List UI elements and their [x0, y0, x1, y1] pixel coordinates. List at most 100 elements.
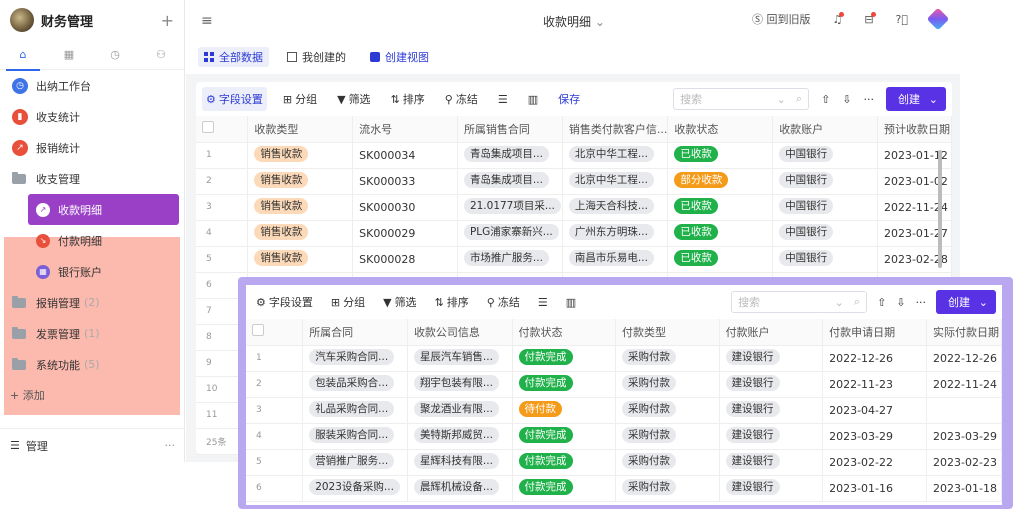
- table-cell[interactable]: 市场推广服务...: [457, 246, 563, 273]
- table-cell[interactable]: PLG浦家寨新兴...: [457, 220, 563, 247]
- table-cell[interactable]: 翔宇包装有限...: [407, 371, 513, 398]
- table-cell[interactable]: 青岛集成项目...: [457, 142, 563, 169]
- column-header[interactable]: 付款类型: [615, 319, 720, 346]
- table-cell[interactable]: 建设银行: [719, 397, 824, 424]
- save-button[interactable]: 保存: [554, 87, 584, 111]
- column-header[interactable]: 付款申请日期: [822, 319, 928, 346]
- table-cell[interactable]: 2023-03-29: [822, 423, 928, 450]
- plus-icon[interactable]: +: [161, 11, 174, 30]
- table-cell[interactable]: 2023-02-23: [926, 449, 1002, 476]
- add-button[interactable]: + 添加: [0, 380, 184, 410]
- table-cell[interactable]: 已收款: [667, 194, 774, 221]
- table-row[interactable]: 5 销售收款 SK000028 市场推广服务... 南昌市乐易电... 已收款 中国银行 20…: [196, 246, 953, 273]
- table-cell[interactable]: 2022-12-26: [822, 345, 928, 372]
- page-title-dropdown[interactable]: 收款明细 ⌄: [543, 13, 605, 30]
- upload-icon[interactable]: ⇧: [877, 296, 886, 309]
- table-cell[interactable]: 已收款: [667, 246, 774, 273]
- table-cell[interactable]: 付款完成: [512, 345, 617, 372]
- inbox-icon[interactable]: ⊟: [864, 11, 876, 26]
- table-row[interactable]: 4 销售收款 SK000029 PLG浦家寨新兴... 广州东方明珠... 已收款 中国银行…: [196, 220, 953, 247]
- nav-group-reimburse[interactable]: 报销管理 (2): [0, 287, 184, 318]
- upload-icon[interactable]: ⇧: [821, 93, 830, 106]
- table-cell[interactable]: 销售收款: [247, 142, 354, 169]
- table-row[interactable]: 1 汽车采购合同... 星辰汽车销售... 付款完成 采购付款 建设银行 2022-12-2…: [246, 345, 1002, 372]
- table-cell[interactable]: 中国银行: [772, 142, 878, 169]
- table-cell[interactable]: 待付款: [512, 397, 617, 424]
- table-cell[interactable]: 上海天合科技...: [562, 194, 669, 221]
- table-cell[interactable]: 美特斯邦威贸...: [407, 423, 513, 450]
- more-icon[interactable]: ···: [916, 296, 927, 309]
- table-cell[interactable]: 中国银行: [772, 168, 878, 195]
- table-cell[interactable]: 广州东方明珠...: [562, 220, 669, 247]
- row-height-button[interactable]: ☰: [494, 87, 512, 111]
- create-view-button[interactable]: 创建视图: [364, 47, 435, 67]
- table-cell[interactable]: 部分收款: [667, 168, 774, 195]
- table-cell[interactable]: 建设银行: [719, 345, 824, 372]
- table-cell[interactable]: 包装品采购合...: [302, 371, 408, 398]
- nav-item-receipt-detail[interactable]: ↗ 收款明细: [28, 194, 179, 225]
- table-cell[interactable]: 北京中华工程...: [562, 168, 669, 195]
- table-cell[interactable]: 晨辉机械设备...: [407, 475, 513, 502]
- select-all-cell[interactable]: [246, 319, 304, 346]
- table-cell[interactable]: 销售收款: [247, 220, 354, 247]
- table-cell[interactable]: 星辰汽车销售...: [407, 345, 513, 372]
- search-input[interactable]: 搜索 ⌄ ⌕: [673, 88, 810, 110]
- column-header[interactable]: 收款状态: [667, 116, 774, 143]
- table-cell[interactable]: 采购付款: [615, 371, 720, 398]
- table-cell[interactable]: SK000033: [352, 168, 458, 195]
- chevron-down-icon[interactable]: ⌄: [979, 296, 988, 309]
- table-cell[interactable]: 建设银行: [719, 423, 824, 450]
- nav-group-income[interactable]: 收支管理: [0, 163, 184, 194]
- table-cell[interactable]: 中国银行: [772, 220, 878, 247]
- menu-icon[interactable]: ≡: [201, 13, 213, 29]
- group-button[interactable]: ⊞ 分组: [327, 290, 369, 314]
- table-cell[interactable]: 付款完成: [512, 475, 617, 502]
- table-cell[interactable]: 2023-04-27: [822, 397, 928, 424]
- chart-button[interactable]: ▥: [562, 290, 580, 314]
- table-cell[interactable]: 建设银行: [719, 475, 824, 502]
- create-button[interactable]: 创建 ⌄: [936, 290, 996, 314]
- nav-group-invoice[interactable]: 发票管理 (1): [0, 318, 184, 349]
- nav-item-payment-detail[interactable]: ↘ 付款明细: [0, 225, 184, 256]
- more-icon[interactable]: ···: [165, 439, 176, 452]
- column-header[interactable]: 流水号: [352, 116, 458, 143]
- back-old-version-link[interactable]: Ⓢ 回到旧版: [752, 11, 811, 27]
- table-cell[interactable]: 2023-01-18: [926, 475, 1002, 502]
- table-cell[interactable]: 销售收款: [247, 194, 354, 221]
- table-row[interactable]: 3 销售收款 SK000030 21.0177项目采... 上海天合科技... 已收款 中国…: [196, 194, 953, 221]
- tab-mine[interactable]: 我创建的: [281, 47, 352, 67]
- freeze-button[interactable]: ⚲ 冻结: [483, 290, 524, 314]
- table-row[interactable]: 6 2023设备采购... 晨辉机械设备... 付款完成 采购付款 建设银行 2023-01…: [246, 475, 1002, 502]
- column-header[interactable]: 实际付款日期: [926, 319, 1002, 346]
- table-cell[interactable]: 中国银行: [772, 194, 878, 221]
- download-icon[interactable]: ⇩: [896, 296, 905, 309]
- table-cell[interactable]: 采购付款: [615, 449, 720, 476]
- table-cell[interactable]: 付款完成: [512, 371, 617, 398]
- clock-icon[interactable]: ◷: [104, 40, 126, 70]
- column-header[interactable]: 付款账户: [719, 319, 824, 346]
- table-cell[interactable]: 付款完成: [512, 423, 617, 450]
- table-cell[interactable]: SK000029: [352, 220, 458, 247]
- column-header[interactable]: 销售类付款客户信...: [562, 116, 669, 143]
- column-header[interactable]: 收款账户: [772, 116, 878, 143]
- nav-item-workbench[interactable]: ◷ 出纳工作台: [0, 70, 184, 101]
- create-button[interactable]: 创建 ⌄: [886, 87, 946, 111]
- table-cell[interactable]: 礼品采购合同...: [302, 397, 408, 424]
- nav-item-reimburse-stats[interactable]: ↗ 报销统计: [0, 132, 184, 163]
- bell-icon[interactable]: ♫: [832, 11, 845, 26]
- table-row[interactable]: 2 包装品采购合... 翔宇包装有限... 付款完成 采购付款 建设银行 2022-11-2…: [246, 371, 1002, 398]
- table-row[interactable]: 3 礼品采购合同... 聚龙酒业有限... 待付款 采购付款 建设银行 2023-04-27: [246, 397, 1002, 424]
- search-input[interactable]: 搜索 ⌄ ⌕: [731, 291, 868, 313]
- column-header[interactable]: 所属销售合同: [457, 116, 563, 143]
- sort-button[interactable]: ⇅ 排序: [387, 87, 429, 111]
- nav-group-system[interactable]: 系统功能 (5): [0, 349, 184, 380]
- table-cell[interactable]: 采购付款: [615, 345, 720, 372]
- table-cell[interactable]: 销售收款: [247, 246, 354, 273]
- table-row[interactable]: 4 服装采购合同... 美特斯邦威贸... 付款完成 采购付款 建设银行 2023-03-2…: [246, 423, 1002, 450]
- table-cell[interactable]: 21.0177项目采...: [457, 194, 563, 221]
- table-cell[interactable]: SK000034: [352, 142, 458, 169]
- workflow-icon[interactable]: ⚇: [150, 40, 172, 70]
- sort-button[interactable]: ⇅ 排序: [431, 290, 473, 314]
- help-icon[interactable]: ?⃝: [896, 13, 908, 26]
- filter-button[interactable]: ▼ 筛选: [379, 290, 420, 314]
